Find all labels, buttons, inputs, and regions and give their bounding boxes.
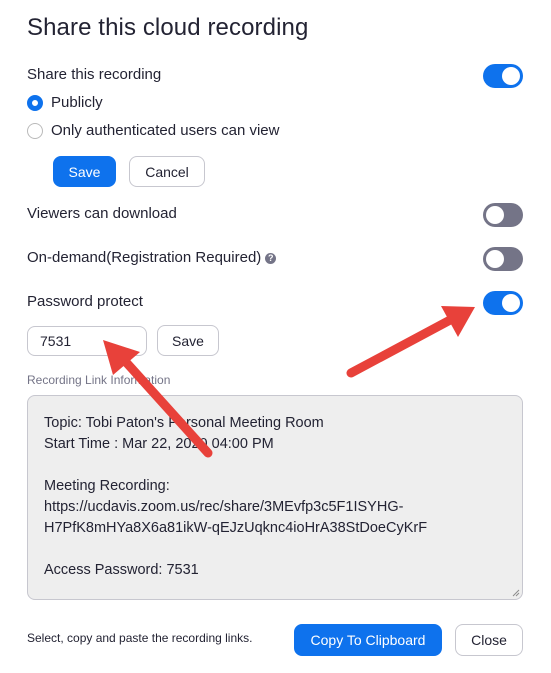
toggle-knob: [502, 67, 520, 85]
share-recording-label: Share this recording: [27, 66, 162, 83]
on-demand-row: On-demand(Registration Required)?: [27, 249, 277, 266]
radio-unchecked-icon: [27, 122, 43, 139]
toggle-knob: [486, 250, 504, 268]
radio-publicly[interactable]: Publicly: [27, 94, 103, 111]
password-protect-label: Password protect: [27, 293, 143, 310]
recording-url-line-1: https://ucdavis.zoom.us/rec/share/3MEvfp…: [44, 499, 404, 515]
radio-authenticated-only[interactable]: Only authenticated users can view: [27, 122, 279, 139]
share-recording-toggle[interactable]: [483, 64, 523, 88]
toggle-knob: [486, 206, 504, 224]
help-icon[interactable]: ?: [265, 253, 277, 264]
access-password-line: Access Password: 7531: [44, 562, 199, 578]
recording-link-info-label: Recording Link Information: [27, 373, 171, 387]
radio-publicly-label: Publicly: [51, 94, 103, 111]
share-save-button[interactable]: Save: [53, 156, 116, 187]
topic-line: Topic: Tobi Paton's Personal Meeting Roo…: [44, 415, 324, 431]
footer-hint: Select, copy and paste the recording lin…: [27, 631, 253, 645]
dialog-title: Share this cloud recording: [27, 14, 309, 41]
password-save-button[interactable]: Save: [157, 325, 219, 356]
recording-link-textarea[interactable]: Topic: Tobi Paton's Personal Meeting Roo…: [27, 395, 523, 600]
password-input[interactable]: [27, 326, 147, 356]
on-demand-toggle[interactable]: [483, 247, 523, 271]
on-demand-label: On-demand(Registration Required): [27, 249, 262, 266]
radio-checked-icon: [27, 94, 43, 111]
viewers-download-label: Viewers can download: [27, 205, 177, 222]
radio-authenticated-label: Only authenticated users can view: [51, 122, 280, 139]
copy-to-clipboard-button[interactable]: Copy To Clipboard: [294, 624, 442, 656]
password-protect-toggle[interactable]: [483, 291, 523, 315]
meeting-recording-heading: Meeting Recording:: [44, 478, 170, 494]
toggle-knob: [502, 294, 520, 312]
resize-grip-icon[interactable]: [512, 589, 520, 597]
arrow-to-password-toggle-icon: [346, 306, 475, 378]
close-button[interactable]: Close: [455, 624, 523, 656]
recording-url-line-2: H7PfK8mHYa8X6a81ikW-qEJzUqknc4ioHrA38StD…: [44, 520, 428, 536]
share-cancel-button[interactable]: Cancel: [129, 156, 205, 187]
viewers-download-toggle[interactable]: [483, 203, 523, 227]
start-time-line: Start Time : Mar 22, 2020 04:00 PM: [44, 436, 274, 452]
